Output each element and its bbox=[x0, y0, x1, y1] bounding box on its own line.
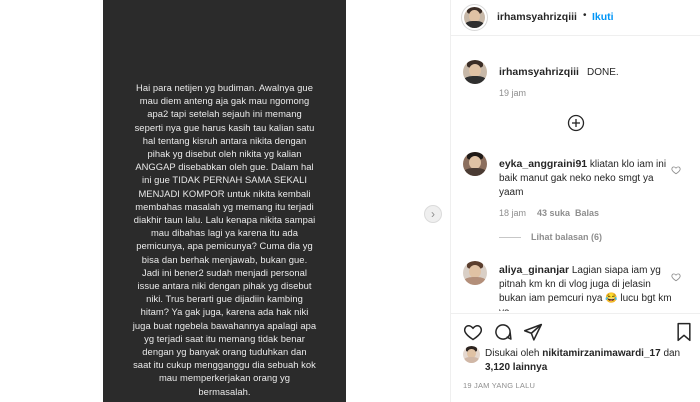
comment-likes[interactable]: 43 suka bbox=[537, 208, 570, 218]
share-button[interactable] bbox=[523, 322, 543, 342]
action-bar-divider bbox=[451, 313, 700, 314]
comment-body: eyka_anggraini91 kliatan klo iam ini bai… bbox=[499, 157, 669, 200]
comment-avatar[interactable] bbox=[463, 261, 487, 285]
post-image[interactable]: Hai para netijen yg budiman. Awalnya gue… bbox=[103, 0, 346, 402]
comment-avatar[interactable] bbox=[463, 152, 487, 176]
instagram-post-viewer: Hai para netijen yg budiman. Awalnya gue… bbox=[0, 0, 700, 402]
liked-by-user[interactable]: nikitamirzanimawardi_17 bbox=[542, 348, 660, 359]
avatar[interactable] bbox=[464, 7, 485, 28]
load-more-comments-button[interactable] bbox=[567, 114, 585, 132]
comment-body: aliya_ginanjar Lagian siapa iam yg pitna… bbox=[499, 263, 673, 311]
header-separator: • bbox=[583, 10, 587, 21]
follow-button[interactable]: Ikuti bbox=[592, 11, 614, 23]
liked-by-and: dan bbox=[663, 348, 681, 359]
comment-reply-button[interactable]: Balas bbox=[575, 208, 599, 218]
post-media-area: Hai para netijen yg budiman. Awalnya gue… bbox=[0, 0, 450, 402]
liked-by-count[interactable]: 3,120 lainnya bbox=[485, 362, 547, 373]
liked-by-avatar[interactable] bbox=[463, 346, 480, 363]
comment-button[interactable] bbox=[493, 322, 513, 342]
paper-plane-icon bbox=[523, 323, 543, 341]
caption-time: 19 jam bbox=[499, 88, 527, 98]
post-sidebar: irhamsyahrizqiii • Ikuti irhamsyahrizqii… bbox=[450, 0, 700, 402]
liked-by-text: Disukai oleh nikitamirzanimawardi_17 dan… bbox=[485, 347, 695, 375]
header-username[interactable]: irhamsyahrizqiii bbox=[497, 11, 577, 23]
comment-like-button[interactable] bbox=[671, 269, 681, 282]
heart-icon bbox=[671, 273, 681, 282]
caption-text: DONE. bbox=[587, 67, 619, 78]
post-image-text: Hai para netijen yg budiman. Awalnya gue… bbox=[132, 82, 317, 397]
post-timestamp: 19 JAM YANG LALU bbox=[463, 381, 536, 390]
like-button[interactable] bbox=[463, 322, 483, 342]
next-post-button[interactable]: › bbox=[424, 205, 442, 223]
caption-username[interactable]: irhamsyahrizqiii bbox=[499, 66, 579, 78]
save-button[interactable] bbox=[675, 322, 693, 342]
post-header: irhamsyahrizqiii • Ikuti bbox=[451, 0, 700, 36]
bookmark-icon bbox=[677, 322, 691, 342]
heart-icon bbox=[463, 324, 483, 341]
caption-avatar[interactable] bbox=[463, 60, 487, 84]
comment-username[interactable]: aliya_ginanjar bbox=[499, 264, 569, 276]
comment-icon bbox=[495, 324, 512, 340]
view-replies-button[interactable]: Lihat balasan (6) bbox=[531, 232, 602, 242]
plus-circle-icon bbox=[567, 114, 585, 132]
comment-time: 18 jam bbox=[499, 208, 527, 218]
liked-by-prefix: Disukai oleh bbox=[485, 348, 540, 359]
comment-like-button[interactable] bbox=[671, 162, 681, 175]
comment-username[interactable]: eyka_anggraini91 bbox=[499, 158, 587, 170]
replies-divider bbox=[499, 237, 521, 238]
heart-icon bbox=[671, 166, 681, 175]
chevron-right-icon: › bbox=[431, 207, 435, 221]
